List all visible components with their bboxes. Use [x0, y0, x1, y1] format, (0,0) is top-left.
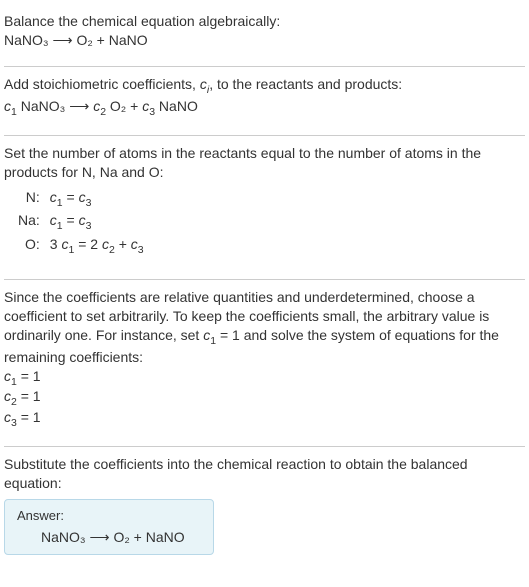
eq-fragment: NaNO [155, 98, 198, 114]
eq-fragment: NaNO₃ ⟶ [17, 98, 93, 114]
coef-symbol: c [200, 76, 207, 92]
c-symbol: c [79, 212, 86, 228]
section-substitute: Substitute the coefficients into the che… [4, 451, 525, 567]
eq-fragment: + [115, 236, 131, 252]
answer-box: Answer: NaNO₃ ⟶ O₂ + NaNO [4, 499, 214, 555]
divider [4, 66, 525, 67]
c-symbol: c [102, 236, 109, 252]
eq-fragment: = 2 [74, 236, 102, 252]
text-fragment: Add stoichiometric coefficients, [4, 76, 200, 92]
c-value: = 1 [17, 368, 41, 384]
c-sub: 3 [86, 196, 92, 208]
coef-solution-c2: c2 = 1 [4, 388, 525, 408]
c-value: = 1 [17, 409, 41, 425]
table-row: O: 3 c1 = 2 c2 + c3 [14, 235, 148, 257]
atom-label-o: O: [14, 235, 44, 257]
atom-equations-table: N: c1 = c3 Na: c1 = c3 O: 3 c1 = 2 c2 + … [12, 186, 150, 259]
coef-equation: c1 NaNO₃ ⟶ c2 O₂ + c3 NaNO [4, 97, 525, 119]
c-symbol: c [50, 189, 57, 205]
c-symbol: c [79, 189, 86, 205]
c-symbol: c [50, 212, 57, 228]
c-value: = 1 [17, 388, 41, 404]
divider [4, 135, 525, 136]
add-coef-text: Add stoichiometric coefficients, ci, to … [4, 75, 525, 97]
c-sub: 3 [86, 220, 92, 232]
text-fragment: , to the reactants and products: [209, 76, 402, 92]
atom-eq-o: 3 c1 = 2 c2 + c3 [46, 235, 148, 257]
eq-fragment: 3 [50, 236, 62, 252]
divider [4, 446, 525, 447]
substitute-text: Substitute the coefficients into the che… [4, 455, 525, 493]
balanced-equation: NaNO₃ ⟶ O₂ + NaNO [17, 529, 201, 546]
eq-fragment: = [63, 189, 79, 205]
section-add-coefficients: Add stoichiometric coefficients, ci, to … [4, 71, 525, 131]
c-symbol: c [4, 388, 11, 404]
atom-eq-na: c1 = c3 [46, 211, 148, 233]
table-row: Na: c1 = c3 [14, 211, 148, 233]
c-symbol: c [4, 409, 11, 425]
divider [4, 279, 525, 280]
eq-fragment: = [63, 212, 79, 228]
atom-label-n: N: [14, 188, 44, 210]
coef-solution-c1: c1 = 1 [4, 368, 525, 388]
unbalanced-equation: NaNO₃ ⟶ O₂ + NaNO [4, 31, 525, 50]
c-symbol: c [131, 236, 138, 252]
coef-solution-c3: c3 = 1 [4, 409, 525, 429]
c1-symbol: c [4, 98, 11, 114]
problem-statement: Balance the chemical equation algebraica… [4, 12, 525, 31]
answer-label: Answer: [17, 508, 201, 523]
c-sub: 3 [138, 244, 144, 256]
c-symbol: c [4, 368, 11, 384]
section-atom-balance: Set the number of atoms in the reactants… [4, 140, 525, 275]
solve-text: Since the coefficients are relative quan… [4, 288, 525, 367]
atom-balance-text: Set the number of atoms in the reactants… [4, 144, 525, 182]
atom-label-na: Na: [14, 211, 44, 233]
atom-eq-n: c1 = c3 [46, 188, 148, 210]
section-problem: Balance the chemical equation algebraica… [4, 8, 525, 62]
section-solve: Since the coefficients are relative quan… [4, 284, 525, 442]
table-row: N: c1 = c3 [14, 188, 148, 210]
eq-fragment: O₂ + [106, 98, 142, 114]
